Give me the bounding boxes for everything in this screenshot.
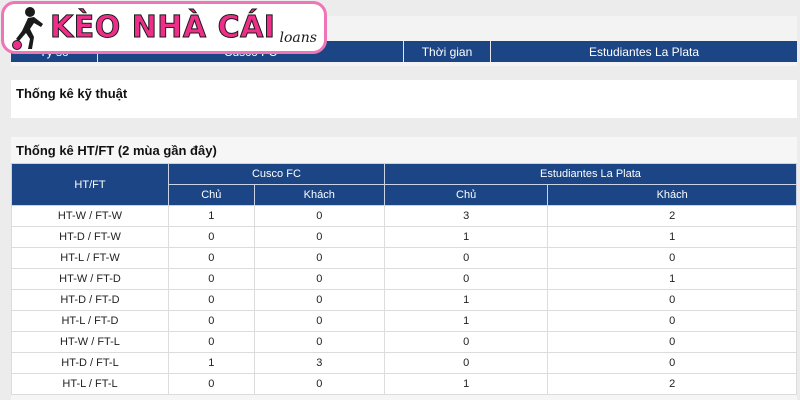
table-cell: 0 [383,268,549,290]
htft-table: HT/FT Cusco FC Estudiantes La Plata Chủ … [11,163,798,395]
table-cell: 1 [383,310,549,332]
table-cell: 1 [547,226,797,248]
table-cell: 1 [547,268,797,290]
row-label: HT-D / FT-D [11,289,169,311]
logo-text: KÈO NHÀ CÁI [49,10,276,46]
row-label: HT-L / FT-L [11,373,169,395]
table-cell: 0 [168,310,255,332]
table-row: HT-D / FT-W 0 0 1 1 [11,226,797,248]
logo-subtext: loans [279,29,317,46]
table-cell: 1 [168,352,255,374]
table-cell: 0 [547,310,797,332]
table-cell: 0 [253,226,385,248]
col-htft: HT/FT [11,163,169,206]
table-cell: 1 [383,226,549,248]
table-cell: 0 [547,289,797,311]
table-cell: 0 [168,373,255,395]
row-label: HT-D / FT-W [11,226,169,248]
table-cell: 3 [383,205,549,227]
technical-stats-section: Thống kê kỹ thuật [11,80,797,118]
table-cell: 1 [383,373,549,395]
row-label: HT-W / FT-D [11,268,169,290]
col-team1-away: Khách [253,184,385,206]
table-cell: 0 [253,310,385,332]
row-label: HT-W / FT-W [11,205,169,227]
table-cell: 0 [168,331,255,353]
table-cell: 0 [547,247,797,269]
table-row: HT-W / FT-W 1 0 3 2 [11,205,797,227]
table-row: HT-L / FT-D 0 0 1 0 [11,310,797,332]
row-label: HT-L / FT-W [11,247,169,269]
page: Tỷ số Cusco FC Thời gian Estudiantes La … [0,0,800,400]
col-team1-home: Chủ [168,184,255,206]
table-row: HT-L / FT-W 0 0 0 0 [11,247,797,269]
col-team2-away: Khách [547,184,797,206]
table-row: HT-D / FT-D 0 0 1 0 [11,289,797,311]
table-cell: 0 [253,373,385,395]
table-cell: 0 [253,331,385,353]
table-row: HT-W / FT-L 0 0 0 0 [11,331,797,353]
header-time: Thời gian [404,41,491,62]
htft-stats-section: Thống kê HT/FT (2 mùa gần đây) HT/FT Cus… [11,137,798,400]
row-label: HT-W / FT-L [11,331,169,353]
site-logo[interactable]: KÈO NHÀ CÁI loans [1,1,327,54]
row-label: HT-L / FT-D [11,310,169,332]
table-cell: 0 [253,247,385,269]
table-cell: 0 [383,331,549,353]
table-cell: 0 [168,289,255,311]
table-row: HT-W / FT-D 0 0 0 1 [11,268,797,290]
table-cell: 0 [383,352,549,374]
table-cell: 2 [547,205,797,227]
row-label: HT-D / FT-L [11,352,169,374]
table-cell: 2 [547,373,797,395]
table-cell: 0 [253,289,385,311]
htft-stats-title: Thống kê HT/FT (2 mùa gần đây) [11,137,797,162]
col-team1: Cusco FC [168,163,385,185]
technical-stats-title: Thống kê kỹ thuật [16,86,128,101]
table-cell: 0 [168,247,255,269]
table-cell: 0 [383,247,549,269]
table-cell: 1 [383,289,549,311]
col-team2-home: Chủ [383,184,549,206]
table-cell: 0 [168,268,255,290]
header-away-team: Estudiantes La Plata [588,44,700,59]
table-cell: 1 [168,205,255,227]
table-cell: 0 [547,331,797,353]
col-team2: Estudiantes La Plata [383,163,798,185]
table-cell: 0 [253,268,385,290]
soccer-player-icon [12,6,43,50]
table-cell: 3 [253,352,385,374]
table-cell: 0 [253,205,385,227]
table-row: HT-L / FT-L 0 0 1 2 [11,373,797,395]
table-cell: 0 [168,226,255,248]
table-row: HT-D / FT-L 1 3 0 0 [11,352,797,374]
table-cell: 0 [547,352,797,374]
